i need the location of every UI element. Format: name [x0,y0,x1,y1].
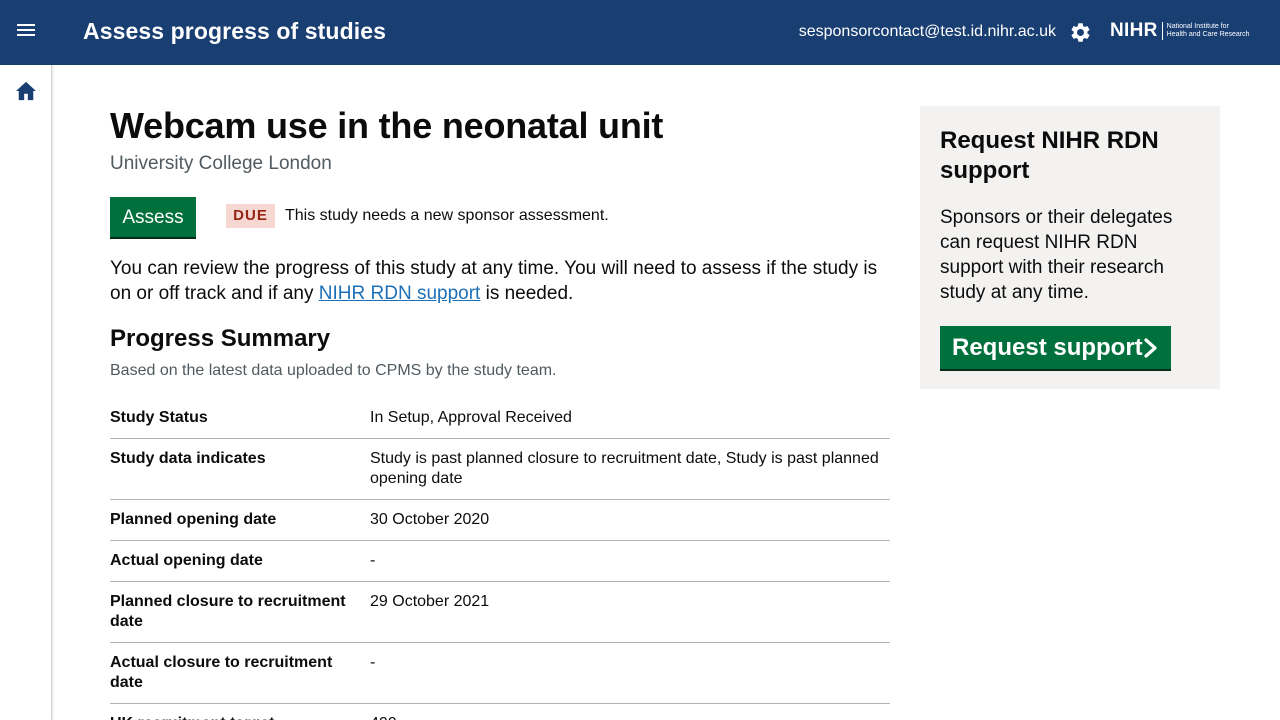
table-row: Actual opening date - [110,541,890,582]
request-support-heading: Request NIHR RDN support [940,127,1159,184]
app-title[interactable]: Assess progress of studies [83,18,386,45]
row-value: In Setup, Approval Received [370,409,572,426]
row-key: Actual closure to recruitment date [110,654,333,691]
row-value: 30 October 2020 [370,511,490,528]
table-row: Planned opening date 30 October 2020 [110,500,890,541]
gear-icon[interactable] [1069,21,1092,44]
chevron-right-icon [1144,338,1157,358]
row-key: Planned closure to recruitment date [110,593,346,630]
due-status-badge: DUE [226,204,275,228]
row-key: Planned opening date [110,511,277,528]
row-value: - [370,552,376,569]
row-value: 29 October 2021 [370,593,490,610]
logo-sub: National Institute for Health and Care R… [1167,23,1250,39]
progress-summary-subheading: Based on the latest data uploaded to CPM… [110,362,557,379]
user-email: sesponsorcontact@test.id.nihr.ac.uk [798,23,1056,40]
main-content: Webcam use in the neonatal unit Universi… [110,105,890,720]
assessment-status-row: Assess DUE This study needs a new sponso… [110,197,890,237]
intro-text-after: is needed. [480,283,574,304]
row-key: UK recruitment target [110,714,370,720]
nihr-logo[interactable]: NIHR National Institute for Health and C… [1110,19,1250,43]
menu-icon[interactable] [16,22,38,44]
table-row: Planned closure to recruitment date 29 Oc… [110,582,890,643]
row-value: - [370,654,376,671]
request-support-body: Sponsors or their delegates can request … [940,207,1173,303]
logo-sub-line2: Health and Care Research [1166,31,1250,38]
logo-main: NIHR [1110,20,1158,41]
row-key: Study data indicates [110,450,266,467]
row-key: Actual opening date [110,552,263,569]
logo-divider [1161,22,1163,40]
progress-summary-table: Study Status In Setup, Approval Received … [110,398,890,720]
due-message: This study needs a new sponsor assessmen… [285,207,609,224]
row-value: Study is past planned closure to recruit… [370,450,879,487]
logo-sub-line1: National Institute for [1166,23,1229,30]
request-support-label: Request support [952,333,1143,361]
table-row: UK recruitment target400 [110,704,890,720]
row-key: Study Status [110,409,208,426]
table-row: Study data indicates Study is past planne… [110,439,890,500]
table-row: Actual closure to recruitment date - [110,643,890,704]
assess-button[interactable]: Assess [110,197,196,237]
nihr-rdn-support-link[interactable]: NIHR RDN support [319,283,481,304]
home-icon[interactable] [15,81,37,101]
request-support-panel: Request NIHR RDN support Sponsors or the… [920,106,1220,389]
request-support-button[interactable]: Request support [940,326,1171,369]
intro-paragraph: You can review the progress of this stud… [110,256,900,306]
progress-summary-heading: Progress Summary [110,325,331,352]
app-header: Assess progress of studies sesponsorcont… [0,0,1280,65]
row-value: 400 [370,714,890,720]
table-row: Study Status In Setup, Approval Received [110,398,890,439]
study-title: Webcam use in the neonatal unit [110,105,664,146]
sponsor-name: University College London [110,153,332,174]
sidebar [0,65,52,720]
